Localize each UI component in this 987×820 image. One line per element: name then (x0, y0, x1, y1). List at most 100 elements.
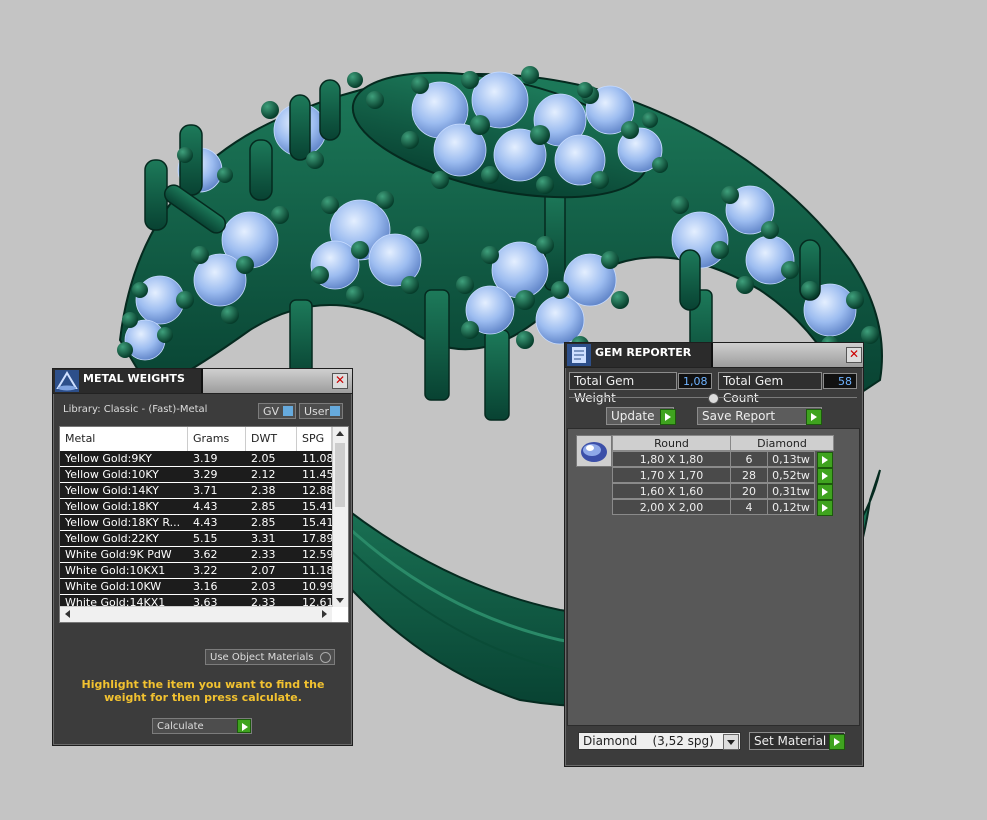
gem-reporter-title: GEM REPORTER (595, 346, 692, 359)
col-dwt[interactable]: DWT (246, 427, 297, 451)
metal-row[interactable]: Yellow Gold:9KY 3.19 2.05 11.08 (60, 451, 332, 467)
metal-name: Yellow Gold:9KY (65, 452, 152, 465)
scroll-up-icon[interactable] (336, 431, 344, 436)
metal-name: White Gold:10KX1 (65, 564, 166, 577)
metal-table-header: Metal Grams DWT SPG (60, 427, 332, 452)
total-gem-weight-label: Total Gem Weight (569, 372, 677, 405)
gem-count: 6 (730, 451, 768, 467)
total-gem-count-label: Total Gem Count (718, 372, 822, 405)
metal-weights-titlebar[interactable]: METAL WEIGHTS ✕ (53, 369, 352, 394)
grams-value: 3.22 (193, 564, 218, 577)
dwt-value: 2.85 (251, 500, 276, 513)
metal-name: Yellow Gold:14KY (65, 484, 159, 497)
gem-count: 4 (730, 499, 768, 515)
metal-name: Yellow Gold:18KY (65, 500, 159, 513)
metal-name: Yellow Gold:22KY (65, 532, 159, 545)
gem-row-arrow-icon[interactable] (817, 500, 833, 516)
spg-value: 11.18 (302, 564, 332, 577)
metal-name: Yellow Gold:10KY (65, 468, 159, 481)
gem-row-arrow-icon[interactable] (817, 468, 833, 484)
dwt-value: 2.03 (251, 580, 276, 593)
chevron-down-icon[interactable] (723, 734, 739, 750)
gem-weight: 0,31tw (767, 483, 815, 499)
col-spg[interactable]: SPG (297, 427, 332, 451)
metal-row[interactable]: Yellow Gold:18KY R... 4.43 2.85 15.41 (60, 515, 332, 531)
gem-size: 1,80 X 1,80 (612, 451, 731, 467)
dwt-value: 2.05 (251, 452, 276, 465)
spg-value: 11.08 (302, 452, 332, 465)
metal-name: White Gold:9K PdW (65, 548, 172, 561)
gv-toggle-knob (283, 406, 293, 416)
total-gem-weight-value: 1,08 (678, 373, 712, 389)
calculate-arrow-icon[interactable] (237, 719, 251, 733)
metal-row[interactable]: White Gold:9K PdW 3.62 2.33 12.59 (60, 547, 332, 563)
gem-count: 20 (730, 483, 768, 499)
scroll-right-icon[interactable] (322, 610, 327, 618)
gem-count: 28 (730, 467, 768, 483)
save-report-button[interactable]: Save Report (697, 407, 822, 425)
gem-reporter-close-icon[interactable]: ✕ (846, 347, 862, 363)
user-toggle-knob (330, 406, 340, 416)
dwt-value: 2.07 (251, 564, 276, 577)
gem-report-icon (567, 344, 591, 366)
scale-icon (55, 370, 79, 392)
spg-value: 15.41 (302, 500, 332, 513)
metal-weights-panel: METAL WEIGHTS ✕ Library: Classic - (Fast… (52, 368, 353, 746)
metal-row[interactable]: Yellow Gold:14KY 3.71 2.38 12.88 (60, 483, 332, 499)
gem-size: 2,00 X 2,00 (612, 499, 731, 515)
save-report-arrow-icon[interactable] (806, 409, 822, 425)
gem-size: 1,60 X 1,60 (612, 483, 731, 499)
grams-value: 5.15 (193, 532, 218, 545)
grams-value: 4.43 (193, 500, 218, 513)
use-object-materials-toggle[interactable]: Use Object Materials (205, 649, 335, 665)
spg-value: 12.59 (302, 548, 332, 561)
hint-text: Highlight the item you want to find the … (81, 678, 325, 704)
round-diamond-icon (581, 442, 607, 462)
gem-reporter-panel: GEM REPORTER ✕ Total Gem Weight 1,08 Tot… (564, 342, 864, 767)
scroll-down-icon[interactable] (336, 598, 344, 603)
metal-table[interactable]: Metal Grams DWT SPG Yellow Gold:9KY 3.19 2… (59, 426, 349, 623)
dwt-value: 2.85 (251, 516, 276, 529)
gem-row-arrow-icon[interactable] (817, 452, 833, 468)
metal-row[interactable]: Yellow Gold:18KY 4.43 2.85 15.41 (60, 499, 332, 515)
metal-table-vscrollbar[interactable] (332, 427, 348, 607)
library-label: Library: Classic - (Fast)-Metal (63, 404, 208, 415)
gem-reporter-titlebar[interactable]: GEM REPORTER ✕ (565, 343, 863, 368)
grams-value: 3.19 (193, 452, 218, 465)
round-gem-thumbnail[interactable] (576, 435, 612, 467)
dwt-value: 2.38 (251, 484, 276, 497)
material-select[interactable]: Diamond (3,52 spg) (578, 732, 741, 750)
col-round: Round (612, 435, 731, 451)
set-material-arrow-icon[interactable] (829, 734, 845, 750)
metal-weights-title: METAL WEIGHTS (83, 372, 185, 385)
gv-toggle[interactable]: GV (258, 403, 296, 419)
grams-value: 4.43 (193, 516, 218, 529)
scroll-thumb[interactable] (335, 443, 345, 507)
gem-weight: 0,12tw (767, 499, 815, 515)
user-toggle[interactable]: User (299, 403, 343, 419)
update-arrow-icon[interactable] (660, 409, 676, 425)
total-gem-count-value: 58 (823, 373, 857, 389)
metal-row[interactable]: Yellow Gold:22KY 5.15 3.31 17.89 (60, 531, 332, 547)
metal-row[interactable]: Yellow Gold:10KY 3.29 2.12 11.45 (60, 467, 332, 483)
metal-name: Yellow Gold:18KY R... (65, 516, 181, 529)
spg-value: 15.41 (302, 516, 332, 529)
radio-icon (320, 652, 331, 663)
dwt-value: 2.12 (251, 468, 276, 481)
metal-row[interactable]: White Gold:10KW 3.16 2.03 10.99 (60, 579, 332, 595)
metal-table-hscrollbar[interactable] (60, 606, 332, 622)
splitter-knob-icon[interactable] (708, 393, 719, 404)
grams-value: 3.29 (193, 468, 218, 481)
col-grams[interactable]: Grams (188, 427, 246, 451)
dwt-value: 2.33 (251, 548, 276, 561)
gem-row-arrow-icon[interactable] (817, 484, 833, 500)
col-diamond: Diamond (730, 435, 834, 451)
col-metal[interactable]: Metal (60, 427, 188, 451)
gem-list-area[interactable]: Round Diamond 1,80 X 1,80 6 0,13tw 1,70 X 1… (567, 428, 860, 726)
metal-weights-close-icon[interactable]: ✕ (332, 373, 348, 389)
dwt-value: 3.31 (251, 532, 276, 545)
scroll-left-icon[interactable] (65, 610, 70, 618)
metal-row[interactable]: White Gold:10KX1 3.22 2.07 11.18 (60, 563, 332, 579)
spg-value: 17.89 (302, 532, 332, 545)
spg-value: 10.99 (302, 580, 332, 593)
